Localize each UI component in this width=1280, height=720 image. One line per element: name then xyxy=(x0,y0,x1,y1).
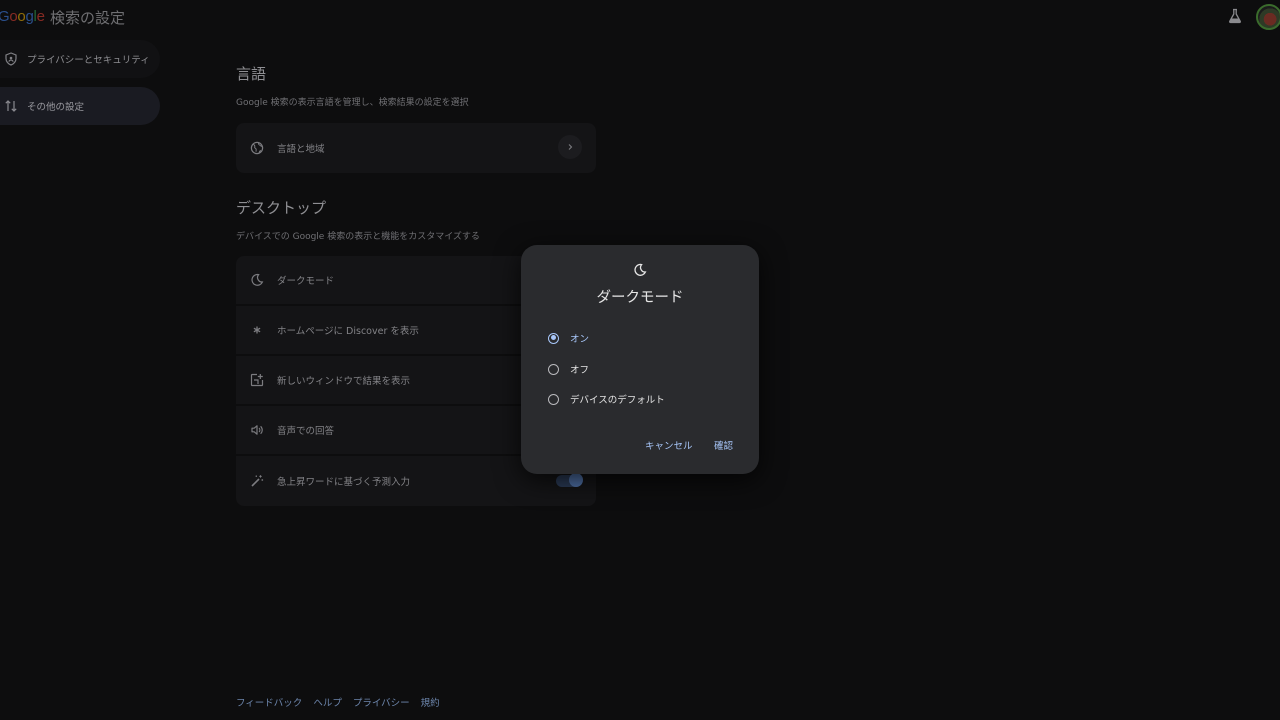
chevron-right-button[interactable] xyxy=(558,135,582,159)
logo-letter-g2: g xyxy=(25,8,34,25)
dark-mode-dialog: ダークモード オン オフ デバイスのデフォルト キャンセル 確認 xyxy=(521,245,759,474)
chevron-right-icon xyxy=(568,144,573,150)
magic-wand-icon xyxy=(251,475,264,487)
option-label: デバイスのデフォルト xyxy=(570,395,665,406)
sidebar-item-privacy-security[interactable]: プライバシーとセキュリティ xyxy=(0,40,160,78)
new-window-icon xyxy=(250,373,264,387)
labs-flask-icon[interactable] xyxy=(1227,8,1243,24)
sidebar: プライバシーとセキュリティ その他の設定 xyxy=(0,40,170,134)
page-title: 検索の設定 xyxy=(50,9,126,27)
dark-mode-option-on[interactable]: オン xyxy=(548,330,589,346)
avatar[interactable] xyxy=(1256,4,1280,30)
cancel-button[interactable]: キャンセル xyxy=(645,438,693,452)
moon-icon xyxy=(251,273,264,286)
row-label: ダークモード xyxy=(277,276,335,287)
radio-device-default[interactable] xyxy=(548,393,559,405)
trending-autocomplete-toggle[interactable] xyxy=(556,473,583,487)
speaker-icon xyxy=(251,425,263,435)
row-label: ホームページに Discover を表示 xyxy=(277,326,419,337)
dialog-title: ダークモード xyxy=(596,290,684,306)
section-desc-language: Google 検索の表示言語を管理し、検索結果の設定を選択 xyxy=(236,98,469,108)
header: Google 検索の設定 xyxy=(0,0,1280,38)
moon-icon xyxy=(634,263,647,276)
option-label: オフ xyxy=(570,365,590,376)
dark-mode-option-device-default[interactable]: デバイスのデフォルト xyxy=(548,391,665,407)
radio-on[interactable] xyxy=(548,332,559,344)
section-desc-desktop: デバイスでの Google 検索の表示と機能をカスタマイズする xyxy=(236,232,480,242)
option-label: オン xyxy=(570,334,590,345)
section-title-desktop: デスクトップ xyxy=(236,199,327,217)
logo-letter-g1: G xyxy=(0,8,10,25)
language-card: 言語と地域 xyxy=(236,123,596,173)
shield-icon xyxy=(5,52,17,66)
sidebar-item-other-settings[interactable]: その他の設定 xyxy=(0,87,160,125)
section-title-language: 言語 xyxy=(236,65,267,83)
swap-vert-icon xyxy=(5,100,17,112)
footer-link-privacy[interactable]: プライバシー xyxy=(353,695,410,709)
row-label: 急上昇ワードに基づく予測入力 xyxy=(277,477,411,488)
footer-link-terms[interactable]: 規約 xyxy=(421,695,440,709)
row-label: 言語と地域 xyxy=(277,144,325,155)
globe-icon xyxy=(250,141,264,155)
footer: フィードバック ヘルプ プライバシー 規約 xyxy=(236,695,440,709)
row-label: 新しいウィンドウで結果を表示 xyxy=(277,376,411,387)
footer-link-help[interactable]: ヘルプ xyxy=(313,695,342,709)
google-logo[interactable]: Google xyxy=(0,8,45,25)
language-region-row[interactable]: 言語と地域 xyxy=(236,123,596,173)
sidebar-item-label: プライバシーとセキュリティ xyxy=(27,55,150,66)
radio-off[interactable] xyxy=(548,363,559,375)
row-label: 音声での回答 xyxy=(277,426,335,437)
footer-link-feedback[interactable]: フィードバック xyxy=(236,695,302,709)
dark-mode-option-off[interactable]: オフ xyxy=(548,361,589,377)
confirm-button[interactable]: 確認 xyxy=(714,438,733,452)
asterisk-icon xyxy=(253,326,261,334)
toggle-knob xyxy=(569,473,583,487)
logo-letter-e: e xyxy=(36,8,45,25)
sidebar-item-label: その他の設定 xyxy=(27,102,85,113)
